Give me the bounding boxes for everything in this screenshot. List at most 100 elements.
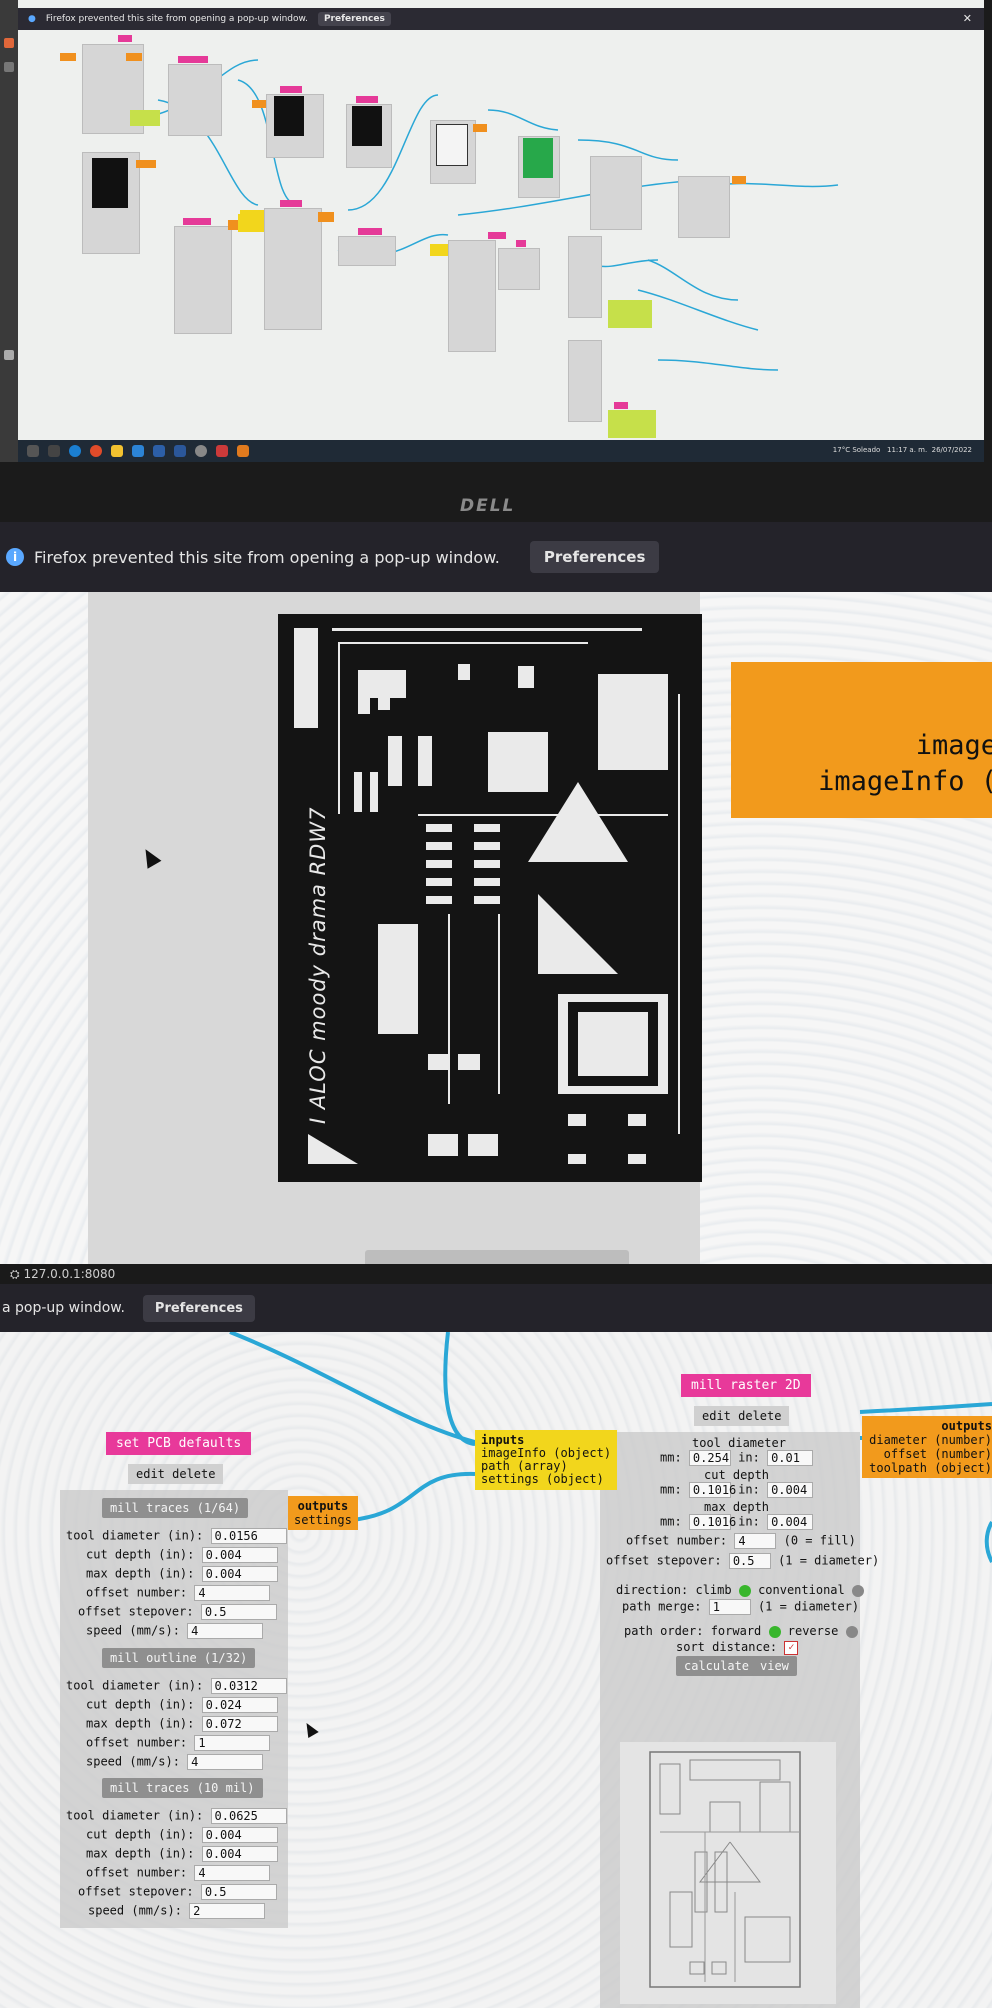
mini-toolpath-thumbnail <box>523 138 553 178</box>
offset-stepover-input[interactable]: 0.5 <box>200 1604 277 1620</box>
url-text: 127.0.0.1:8080 <box>23 1267 116 1281</box>
cut-depth-input[interactable]: 0.024 <box>201 1697 278 1713</box>
side-app-icon[interactable] <box>4 62 14 72</box>
mini-node-title <box>488 232 506 239</box>
climb-radio[interactable] <box>738 1584 751 1597</box>
offset-number-input[interactable]: 4 <box>194 1585 271 1601</box>
mill-raster-closeup-photo: ⛭ 127.0.0.1:8080 a pop-up window. Prefer… <box>0 1264 992 2008</box>
word-icon[interactable] <box>174 445 186 457</box>
side-app-icon[interactable] <box>4 38 14 48</box>
field-label: offset number: <box>86 1865 188 1880</box>
conventional-radio[interactable] <box>852 1584 864 1597</box>
field-label: max depth (in): <box>86 1846 195 1861</box>
mini-port <box>252 100 266 108</box>
tool-diameter-input[interactable]: 0.0312 <box>210 1678 287 1694</box>
mini-port <box>136 160 156 168</box>
max-depth-input[interactable]: 0.004 <box>201 1566 278 1582</box>
field-label: speed (mm/s): <box>88 1903 182 1918</box>
app-icon[interactable] <box>216 445 228 457</box>
app-icon[interactable] <box>153 445 165 457</box>
max-depth-input[interactable]: 0.004 <box>201 1846 278 1862</box>
mill-raster-title[interactable]: mill raster 2D <box>681 1374 811 1397</box>
offset-number-input[interactable]: 1 <box>194 1735 271 1751</box>
tool-diameter-input[interactable]: 0.0156 <box>210 1528 287 1544</box>
mini-pcb-thumbnail <box>92 158 128 208</box>
max-depth-in-input[interactable]: 0.004 <box>767 1514 814 1530</box>
sort-distance-checkbox[interactable]: ✓ <box>784 1640 799 1655</box>
tool-diameter-input[interactable]: 0.0625 <box>210 1808 287 1824</box>
path-merge-label: path merge: <box>622 1599 702 1614</box>
chrome-icon[interactable] <box>90 445 102 457</box>
field-label: offset stepover: <box>78 1884 194 1899</box>
app-icon[interactable] <box>195 445 207 457</box>
cut-depth-in-input[interactable]: 0.004 <box>767 1482 814 1498</box>
mill-raster-edit-delete[interactable]: edit delete <box>694 1406 790 1426</box>
explorer-icon[interactable] <box>111 445 123 457</box>
reverse-radio[interactable] <box>845 1625 858 1638</box>
app-icon[interactable] <box>132 445 144 457</box>
speed-input[interactable]: 4 <box>187 1623 264 1639</box>
url-bar[interactable]: ⛭ 127.0.0.1:8080 <box>0 1264 992 1284</box>
edge-icon[interactable] <box>69 445 81 457</box>
cut-depth-mm-input[interactable]: 0.1016 <box>688 1482 736 1498</box>
in-label: in: <box>738 1514 760 1529</box>
max-depth-mm-input[interactable]: 0.1016 <box>688 1514 736 1530</box>
offset-number-input[interactable]: 4 <box>734 1533 777 1549</box>
conventional-label: conventional <box>758 1583 845 1597</box>
field-label: cut depth (in): <box>86 1827 195 1842</box>
workspace-canvas: I ALOC moody drama RDW7 select png file … <box>0 592 992 1264</box>
weather-text: 17°C Soleado <box>832 446 881 454</box>
output-imageinfo: imageInfo (obje <box>818 766 992 797</box>
forward-radio[interactable] <box>768 1625 781 1638</box>
max-depth-input[interactable]: 0.072 <box>201 1716 278 1732</box>
offset-stepover-input[interactable]: 0.5 <box>200 1884 277 1900</box>
speed-input[interactable]: 2 <box>189 1903 266 1919</box>
path-merge-input[interactable]: 1 <box>708 1599 751 1615</box>
png-closeup-photo: i Firefox prevented this site from openi… <box>0 522 992 1264</box>
field-label: offset number: <box>86 1735 188 1750</box>
cut-depth-input[interactable]: 0.004 <box>201 1827 278 1843</box>
pcb-defaults-title[interactable]: set PCB defaults <box>106 1432 252 1455</box>
max-depth-label: max depth <box>704 1500 770 1514</box>
mill-raster-outputs-port[interactable]: outputs diameter (number) offset (number… <box>862 1416 992 1478</box>
mill-outline-1-32-button[interactable]: mill outline (1/32) <box>102 1648 256 1668</box>
site-info-icon[interactable]: ⛭ <box>10 1267 20 1281</box>
mini-port <box>60 53 76 61</box>
field-label: max depth (in): <box>86 1716 195 1731</box>
speed-input[interactable]: 4 <box>187 1754 264 1770</box>
input-imageinfo: imageInfo (object) <box>481 1446 612 1460</box>
field-label: cut depth (in): <box>86 1697 195 1712</box>
pcb-defaults-outputs-port[interactable]: outputs settings <box>288 1496 358 1530</box>
outputs-title: outp <box>731 692 992 728</box>
firefox-icon[interactable] <box>237 445 249 457</box>
inputs-title: inputs <box>481 1433 525 1447</box>
clock-date: 26/07/2022 <box>931 446 972 454</box>
preferences-button[interactable]: Preferences <box>529 541 660 573</box>
preferences-button[interactable]: Preferences <box>142 1294 255 1322</box>
mill-raster-inputs-port[interactable]: inputs imageInfo (object) path (array) s… <box>475 1430 618 1490</box>
mini-node-title <box>516 240 526 247</box>
select-png-file-button[interactable]: select png file <box>365 1250 629 1264</box>
pcb-defaults-edit-delete[interactable]: edit delete <box>128 1464 224 1484</box>
search-icon[interactable] <box>27 445 39 457</box>
output-image: image (RG <box>915 730 992 761</box>
offset-stepover-hint: (1 = diameter) <box>778 1553 880 1568</box>
task-view-icon[interactable] <box>48 445 60 457</box>
output-offset: offset (number) <box>883 1447 992 1461</box>
mini-node <box>168 64 222 136</box>
mini-node-title <box>356 96 378 103</box>
mill-traces-1-64-button[interactable]: mill traces (1/64) <box>102 1498 249 1518</box>
png-outputs-port[interactable]: outp image (RG imageInfo (obje <box>731 662 992 818</box>
mini-node <box>448 240 496 352</box>
in-label: in: <box>738 1482 760 1497</box>
offset-stepover-input[interactable]: 0.5 <box>728 1553 771 1569</box>
view-button[interactable]: view <box>752 1656 797 1676</box>
mill-traces-10-mil-button[interactable]: mill traces (10 mil) <box>102 1778 263 1798</box>
calculate-button[interactable]: calculate <box>676 1656 758 1676</box>
cut-depth-input[interactable]: 0.004 <box>201 1547 278 1563</box>
tool-diameter-mm-input[interactable]: 0.254 <box>688 1450 731 1466</box>
side-grid-icon[interactable] <box>4 350 14 360</box>
mini-node <box>678 176 730 238</box>
offset-number-input[interactable]: 4 <box>194 1865 271 1881</box>
tool-diameter-in-input[interactable]: 0.01 <box>767 1450 814 1466</box>
